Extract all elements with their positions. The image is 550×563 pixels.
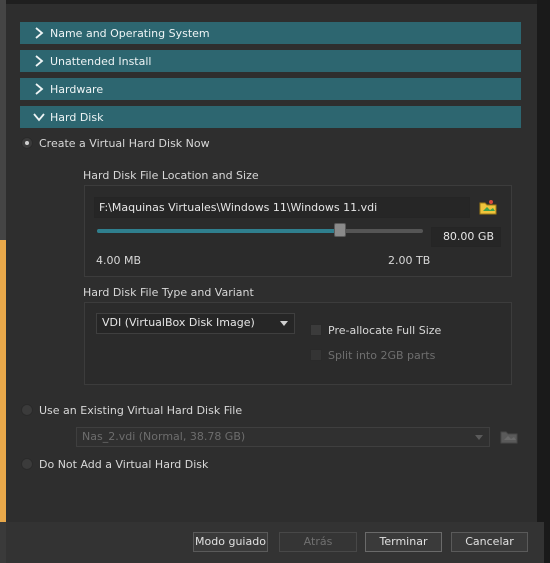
size-max-label: 2.00 TB bbox=[388, 254, 431, 267]
split-label: Split into 2GB parts bbox=[328, 349, 436, 362]
folder-browse-icon[interactable] bbox=[479, 199, 497, 215]
disk-file-path-input[interactable]: F:\Maquinas Virtuales\Windows 11\Windows… bbox=[94, 197, 470, 218]
disk-size-slider-fill bbox=[97, 229, 340, 233]
chevron-right-icon bbox=[30, 55, 48, 67]
disk-size-slider[interactable] bbox=[97, 229, 423, 233]
finish-button[interactable]: Terminar bbox=[365, 532, 442, 552]
section-unattended-install[interactable]: Unattended Install bbox=[20, 50, 521, 72]
section-label: Hardware bbox=[50, 82, 104, 96]
chevron-right-icon bbox=[30, 27, 48, 39]
disk-size-input[interactable]: 80.00 GB bbox=[431, 227, 501, 247]
section-label: Unattended Install bbox=[50, 54, 152, 68]
dropdown-arrow-icon bbox=[280, 321, 288, 326]
back-button[interactable]: Atrás bbox=[279, 532, 357, 552]
chevron-down-icon bbox=[30, 112, 48, 122]
disk-size-slider-handle[interactable] bbox=[334, 223, 346, 237]
radio-existing-disk-label[interactable]: Use an Existing Virtual Hard Disk File bbox=[39, 404, 242, 417]
preallocate-checkbox[interactable] bbox=[310, 324, 322, 336]
section-hard-disk[interactable]: Hard Disk bbox=[20, 106, 521, 128]
section-label: Hard Disk bbox=[50, 110, 104, 124]
radio-no-disk-label[interactable]: Do Not Add a Virtual Hard Disk bbox=[39, 458, 208, 471]
disk-type-select[interactable]: VDI (VirtualBox Disk Image) bbox=[96, 313, 295, 334]
chevron-right-icon bbox=[30, 83, 48, 95]
split-checkbox[interactable] bbox=[310, 349, 322, 361]
type-variant-group-label: Hard Disk File Type and Variant bbox=[83, 286, 254, 299]
dropdown-arrow-icon bbox=[475, 435, 483, 440]
section-label: Name and Operating System bbox=[50, 26, 210, 40]
location-size-group-label: Hard Disk File Location and Size bbox=[83, 169, 259, 182]
radio-create-disk[interactable] bbox=[21, 137, 33, 149]
section-name-and-os[interactable]: Name and Operating System bbox=[20, 22, 521, 44]
radio-no-disk[interactable] bbox=[21, 458, 33, 470]
window-right-edge bbox=[537, 0, 550, 563]
guided-mode-button[interactable]: Modo guiado bbox=[193, 532, 268, 552]
size-min-label: 4.00 MB bbox=[96, 254, 142, 267]
cancel-button[interactable]: Cancelar bbox=[451, 532, 528, 552]
radio-create-disk-label[interactable]: Create a Virtual Hard Disk Now bbox=[39, 137, 210, 150]
existing-disk-select[interactable]: Nas_2.vdi (Normal, 38.78 GB) bbox=[76, 427, 490, 447]
radio-existing-disk[interactable] bbox=[21, 404, 33, 416]
disk-type-select-value: VDI (VirtualBox Disk Image) bbox=[102, 316, 255, 329]
section-hardware[interactable]: Hardware bbox=[20, 78, 521, 100]
existing-disk-select-value: Nas_2.vdi (Normal, 38.78 GB) bbox=[82, 430, 246, 443]
preallocate-label[interactable]: Pre-allocate Full Size bbox=[328, 324, 441, 337]
folder-browse-disabled-icon[interactable] bbox=[500, 428, 518, 444]
